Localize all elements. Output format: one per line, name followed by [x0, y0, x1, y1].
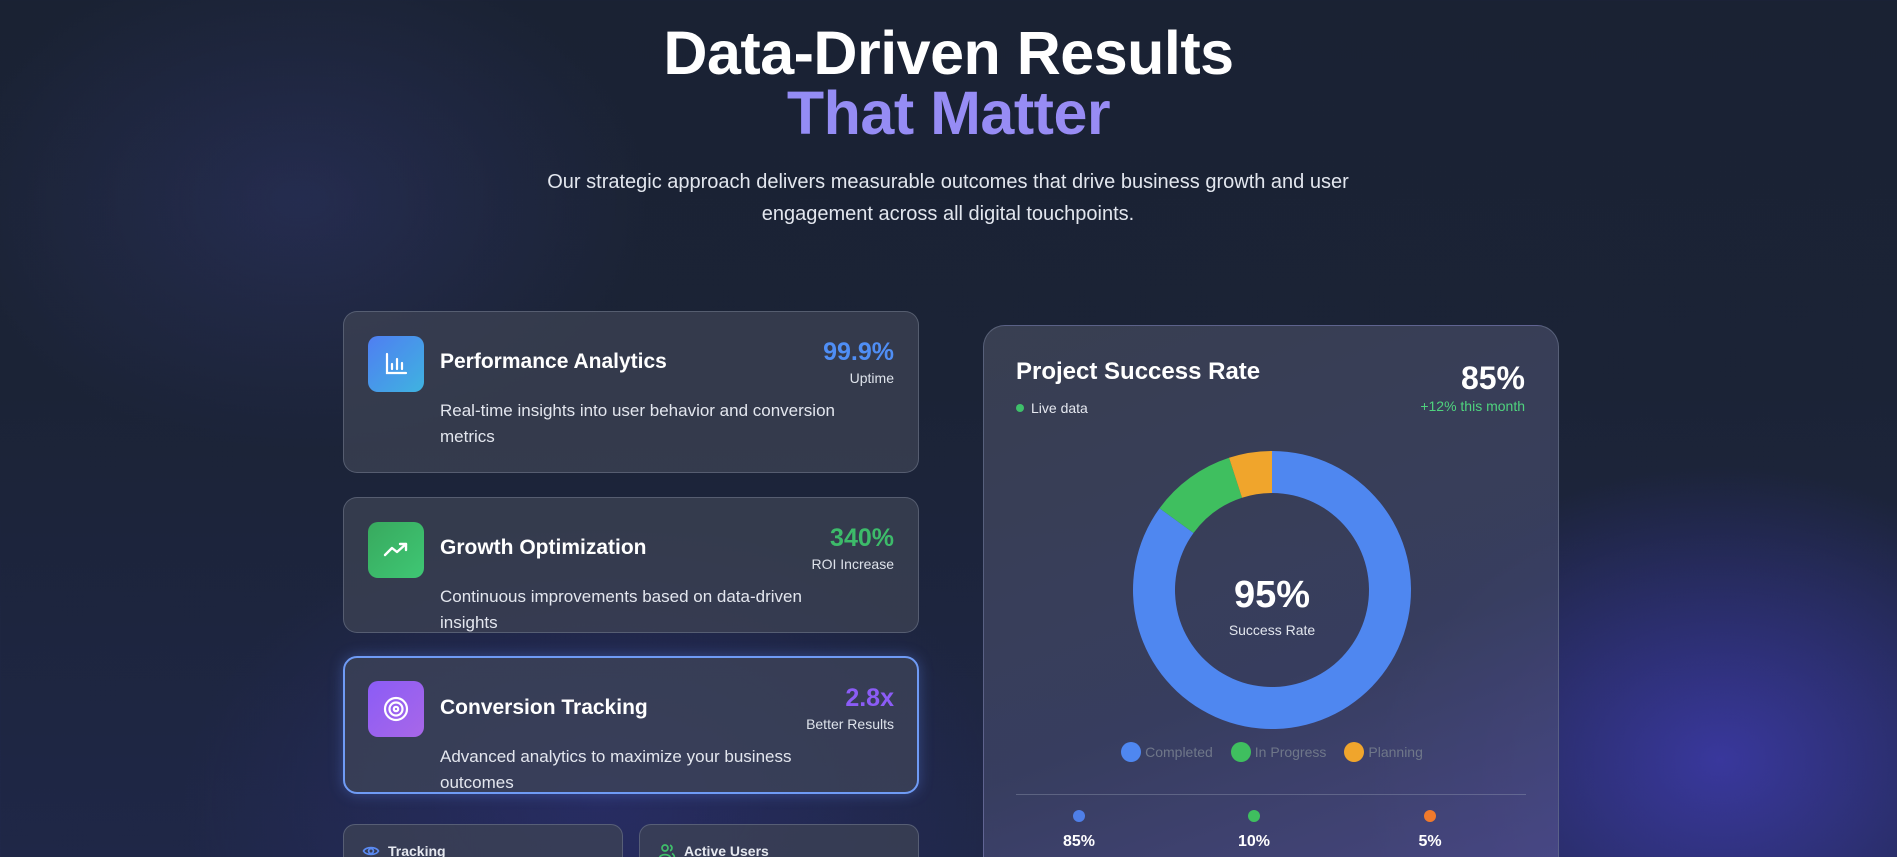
- stat-dot-icon: [1248, 810, 1260, 822]
- live-dot-icon: [1016, 404, 1024, 412]
- feature-metric: 2.8x: [845, 684, 894, 712]
- panel-title: Project Success Rate: [1016, 358, 1261, 385]
- stat-completed: 85%: [1039, 810, 1119, 851]
- mini-card-active-users[interactable]: Active Users: [639, 824, 919, 857]
- bar-chart-icon: [368, 336, 424, 392]
- feature-title: Growth Optimization: [440, 536, 647, 559]
- legend-dot-icon: [1344, 742, 1365, 762]
- chart-legend: Completed In Progress Planning: [984, 742, 1560, 762]
- legend-dot-icon: [1230, 742, 1251, 762]
- mini-card-label: Tracking: [388, 843, 446, 857]
- donut-center-label: Success Rate: [1228, 622, 1316, 638]
- divider: [1016, 794, 1526, 795]
- live-indicator: Live data: [1016, 400, 1088, 416]
- legend-label: In Progress: [1254, 744, 1327, 760]
- mini-card-tracking[interactable]: Tracking: [343, 824, 623, 857]
- mini-card-label: Active Users: [684, 843, 769, 857]
- donut-center-value: 95%: [1233, 574, 1311, 616]
- stat-in-progress: 10%: [1214, 810, 1294, 851]
- legend-item-in-progress[interactable]: In Progress: [1230, 742, 1327, 762]
- success-rate-value: 85%: [1460, 360, 1525, 396]
- legend-item-completed[interactable]: Completed: [1121, 742, 1213, 762]
- stat-dot-icon: [1424, 810, 1436, 822]
- feature-description: Continuous improvements based on data-dr…: [440, 587, 802, 632]
- live-label: Live data: [1031, 400, 1088, 416]
- page-title-accent: That Matter: [0, 78, 1897, 148]
- feature-metric: 340%: [830, 524, 894, 552]
- legend-label: Completed: [1145, 744, 1213, 760]
- feature-description: Real-time insights into user behavior an…: [440, 401, 835, 446]
- stat-planning: 5%: [1390, 810, 1470, 851]
- legend-dot-icon: [1121, 742, 1142, 762]
- monthly-change: +12% this month: [1420, 398, 1525, 414]
- stat-value: 85%: [1062, 833, 1096, 850]
- feature-metric: 99.9%: [823, 338, 894, 366]
- eye-icon: [362, 846, 380, 856]
- target-icon: [368, 681, 424, 737]
- trending-up-icon: [368, 522, 424, 578]
- feature-card-performance-analytics[interactable]: Performance Analytics 99.9% Uptime Real-…: [343, 311, 919, 473]
- stat-value: 5%: [1418, 833, 1442, 850]
- legend-item-planning[interactable]: Planning: [1344, 742, 1423, 762]
- feature-card-growth-optimization[interactable]: Growth Optimization 340% ROI Increase Co…: [343, 497, 919, 633]
- stat-value: 10%: [1237, 833, 1271, 850]
- stat-dot-icon: [1073, 810, 1085, 822]
- feature-card-conversion-tracking[interactable]: Conversion Tracking 2.8x Better Results …: [343, 656, 919, 794]
- feature-description: Advanced analytics to maximize your busi…: [440, 747, 792, 792]
- users-icon: [658, 844, 676, 857]
- page-subtitle: Our strategic approach delivers measurab…: [547, 171, 1349, 225]
- feature-title: Conversion Tracking: [440, 696, 648, 719]
- project-success-panel: Project Success Rate Live data 85% +12% …: [983, 325, 1559, 857]
- feature-metric-label: Uptime: [849, 370, 894, 386]
- feature-metric-label: Better Results: [806, 716, 894, 732]
- legend-label: Planning: [1368, 744, 1423, 760]
- feature-title: Performance Analytics: [440, 350, 667, 373]
- feature-metric-label: ROI Increase: [811, 556, 894, 572]
